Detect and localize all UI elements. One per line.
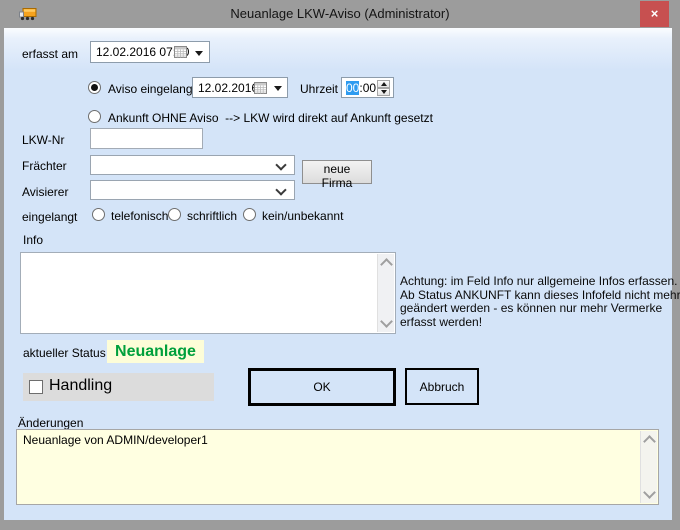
- handling-checkbox-group[interactable]: Handling: [23, 373, 214, 401]
- warning-line: Ab Status ANKUNFT kann dieses Infofeld n…: [400, 289, 680, 303]
- radio-kein-unbekannt-label: kein/unbekannt: [262, 209, 343, 223]
- radio-circle-icon: [243, 208, 256, 221]
- uhrzeit-label: Uhrzeit: [300, 82, 338, 96]
- aviso-date-value: 12.02.2016: [198, 81, 258, 95]
- window-title: Neuanlage LKW-Aviso (Administrator): [0, 6, 680, 21]
- radio-aviso-label: Aviso eingelangt: [108, 82, 196, 96]
- warning-line: Achtung: im Feld Info nur allgemeine Inf…: [400, 275, 680, 289]
- dropdown-arrow-icon[interactable]: [274, 86, 282, 91]
- status-label: aktueller Status: [23, 346, 106, 360]
- avisierer-combobox[interactable]: [90, 180, 295, 200]
- scroll-down-icon[interactable]: [643, 486, 656, 499]
- aenderungen-label: Änderungen: [18, 416, 83, 430]
- hours-segment[interactable]: 00: [346, 81, 359, 95]
- close-button[interactable]: ×: [640, 1, 669, 27]
- info-scrollbar[interactable]: [377, 254, 394, 332]
- scroll-up-icon[interactable]: [380, 258, 393, 271]
- erfasst-am-datepicker[interactable]: 12.02.2016 07:20: [90, 41, 210, 63]
- warning-line: geändert werden - es können nur mehr Ver…: [400, 302, 680, 316]
- aenderungen-value: Neuanlage von ADMIN/developer1: [23, 433, 208, 447]
- abbruch-button[interactable]: Abbruch: [405, 368, 479, 405]
- radio-circle-icon: [168, 208, 181, 221]
- aenderungen-textarea[interactable]: Neuanlage von ADMIN/developer1: [16, 429, 659, 505]
- aviso-datepicker[interactable]: 12.02.2016: [192, 77, 288, 98]
- handling-label: Handling: [49, 377, 112, 395]
- dropdown-arrow-icon[interactable]: [195, 51, 203, 56]
- calendar-icon: [254, 82, 267, 94]
- lkw-nr-input[interactable]: [90, 128, 203, 149]
- uhrzeit-spinner[interactable]: 00:00: [341, 77, 394, 98]
- erfasst-am-label: erfasst am: [22, 47, 78, 61]
- calendar-icon: [174, 46, 187, 58]
- scroll-down-icon[interactable]: [380, 315, 393, 328]
- chevron-down-icon: [275, 159, 286, 170]
- status-badge: Neuanlage: [107, 340, 204, 363]
- fraechter-combobox[interactable]: [90, 155, 295, 175]
- close-icon: ×: [651, 6, 659, 21]
- radio-circle-icon: [88, 110, 101, 123]
- spin-up-button[interactable]: [377, 80, 390, 88]
- titlebar[interactable]: Neuanlage LKW-Aviso (Administrator) ×: [0, 0, 680, 28]
- aenderungen-scrollbar[interactable]: [640, 431, 657, 503]
- spinner-buttons: [377, 80, 391, 96]
- info-label: Info: [23, 233, 43, 247]
- radio-schriftlich-label: schriftlich: [187, 209, 237, 223]
- spin-down-button[interactable]: [377, 88, 390, 96]
- warning-line: erfasst werden!: [400, 316, 680, 330]
- eingelangt-label: eingelangt: [22, 210, 77, 224]
- info-warning-text: Achtung: im Feld Info nur allgemeine Inf…: [400, 275, 680, 329]
- avisierer-label: Avisierer: [22, 185, 68, 199]
- radio-circle-icon: [88, 81, 101, 94]
- dialog-body: erfasst am 12.02.2016 07:20 Aviso eingel…: [4, 28, 672, 520]
- radio-telefonisch-label: telefonisch: [111, 209, 168, 223]
- lkw-nr-label: LKW-Nr: [22, 133, 64, 147]
- minutes-segment[interactable]: 00: [363, 81, 376, 95]
- checkbox-icon: [29, 380, 43, 394]
- info-textarea[interactable]: [20, 252, 396, 334]
- scroll-up-icon[interactable]: [643, 435, 656, 448]
- neue-firma-button[interactable]: neue Firma: [302, 160, 372, 184]
- ok-button[interactable]: OK: [248, 368, 396, 406]
- fraechter-label: Frächter: [22, 159, 67, 173]
- uhrzeit-value: 00:00: [346, 81, 376, 95]
- chevron-down-icon: [275, 184, 286, 195]
- radio-ohne-label: Ankunft OHNE Aviso --> LKW wird direkt a…: [108, 111, 433, 125]
- radio-circle-icon: [92, 208, 105, 221]
